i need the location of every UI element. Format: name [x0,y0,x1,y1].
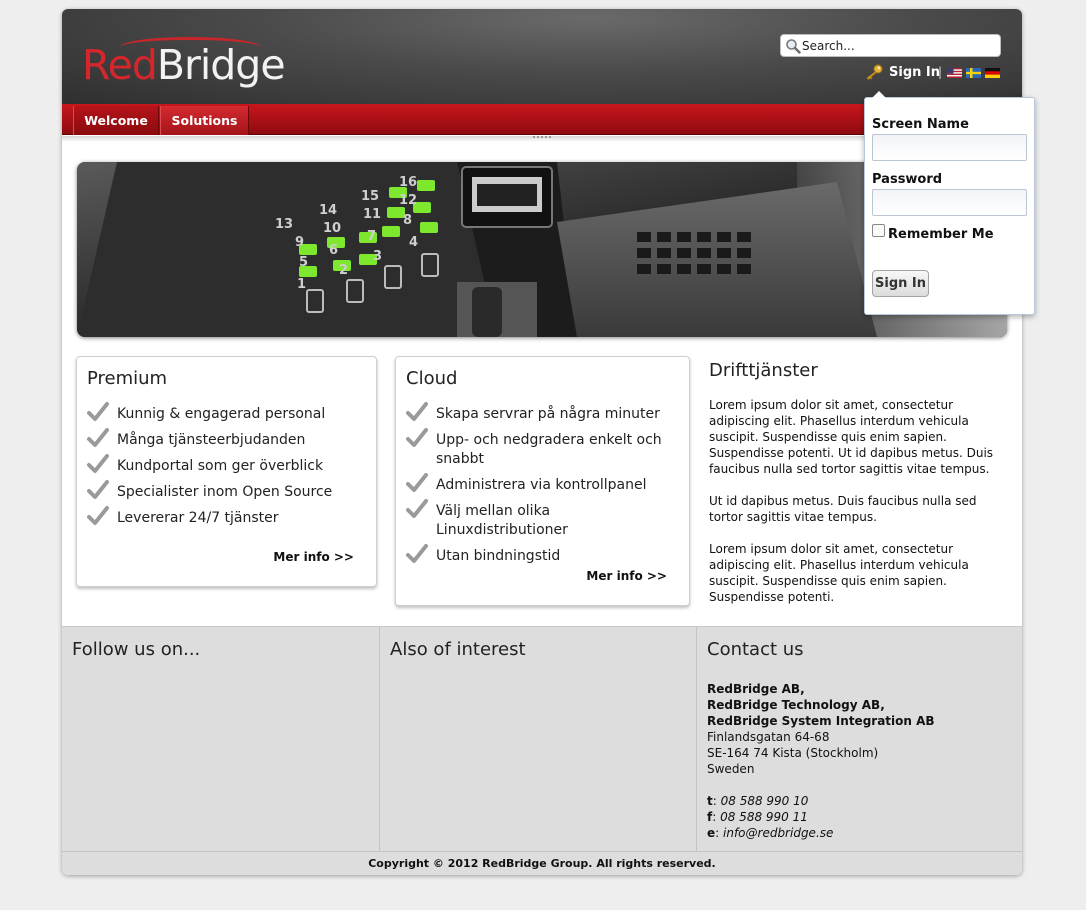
drift-paragraph: Lorem ipsum dolor sit amet, consectetur … [709,398,994,476]
contact-title: Contact us [707,639,804,660]
footer-follow: Follow us on... [62,627,380,852]
list-item: Upp- och nedgradera enkelt och snabbt [406,428,676,469]
drift-paragraph: Ut id dapibus metus. Duis faucibus nulla… [709,494,977,524]
cloud-title: Cloud [406,368,458,389]
drifttjanster-section: Drifttjänster Lorem ipsum dolor sit amet… [709,360,1009,605]
flag-us-icon[interactable] [947,68,962,78]
nav-welcome[interactable]: Welcome [73,106,159,135]
svg-text:12: 12 [399,193,417,208]
checkmark-icon [406,499,428,518]
search-icon [786,39,801,54]
copyright: Copyright © 2012 RedBridge Group. All ri… [62,851,1022,875]
sign-in-button[interactable]: Sign In [872,270,929,297]
svg-text:9: 9 [295,235,304,250]
checkmark-icon [406,473,428,492]
screen-name-field[interactable] [872,134,1027,161]
login-dropdown: Screen Name Password Remember Me Sign In [864,91,1035,315]
email-link[interactable]: info@redbridge.se [723,826,833,840]
flag-sweden-icon[interactable] [966,68,981,78]
interest-title: Also of interest [390,639,526,660]
svg-text:15: 15 [361,189,379,204]
checkmark-icon [87,480,109,499]
checkmark-icon [87,506,109,525]
list-item: Kundportal som ger överblick [87,454,332,476]
header-separator: | [938,65,943,79]
svg-text:4: 4 [409,235,418,250]
logo-wordmark: RedBridge [82,41,286,89]
premium-list: Kunnig & engagerad personal Många tjänst… [87,402,332,535]
checkmark-icon [87,454,109,473]
dropdown-pointer [872,91,886,98]
footer: Follow us on... Also of interest Contact… [62,626,1022,852]
list-item: Många tjänsteerbjudanden [87,428,332,450]
address-line: SE-164 74 Kista (Stockholm) [707,746,879,760]
nav-solutions[interactable]: Solutions [160,106,249,135]
search-input[interactable] [802,37,997,54]
sign-in-link[interactable]: Sign In [865,63,940,81]
svg-text:2: 2 [339,263,348,278]
svg-text:5: 5 [299,255,308,270]
fax-line: f: 08 588 990 11 [707,810,808,824]
list-item: Levererar 24/7 tjänster [87,506,332,528]
remember-me-label: Remember Me [888,227,994,242]
svg-text:13: 13 [275,217,293,232]
premium-title: Premium [87,368,168,389]
sign-in-label: Sign In [889,64,940,80]
drift-paragraph: Lorem ipsum dolor sit amet, consectetur … [709,542,969,604]
cloud-list: Skapa servrar på några minuter Upp- och … [406,402,676,573]
cloud-more-link[interactable]: Mer info >> [586,569,667,583]
checkmark-icon [87,428,109,447]
checkmark-icon [406,544,428,563]
svg-text:7: 7 [367,229,376,244]
svg-text:8: 8 [403,213,412,228]
flag-germany-icon[interactable] [985,68,1000,78]
company-name: RedBridge AB, [707,682,805,696]
address-line: Finlandsgatan 64-68 [707,730,830,744]
premium-more-link[interactable]: Mer info >> [273,550,354,564]
svg-text:14: 14 [319,203,337,218]
checkmark-icon [87,402,109,421]
address-line: Sweden [707,762,755,776]
company-name: RedBridge Technology AB, [707,698,885,712]
svg-text:10: 10 [323,221,341,236]
email-line: e: info@redbridge.se [707,826,834,840]
list-item: Administrera via kontrollpanel [406,473,676,495]
svg-text:16: 16 [399,175,417,190]
premium-card: Premium Kunnig & engagerad personal Mång… [76,356,377,587]
svg-text:11: 11 [363,207,381,222]
list-item: Välj mellan olika Linuxdistributioner [406,499,676,540]
key-icon [866,64,883,80]
svg-text:3: 3 [373,249,382,264]
list-item: Utan bindningstid [406,544,676,566]
drifttjanster-title: Drifttjänster [709,360,818,381]
remember-me-checkbox[interactable] [872,224,885,237]
screen-name-label: Screen Name [872,117,969,132]
svg-text:1: 1 [297,277,306,292]
list-item: Skapa servrar på några minuter [406,402,676,424]
contact-address: RedBridge AB, RedBridge Technology AB, R… [707,681,1012,841]
company-name: RedBridge System Integration AB [707,714,935,728]
header: RedBridge Sign In | [62,9,1022,104]
search-box[interactable] [780,34,1001,57]
nav-gripper [533,136,551,139]
checkmark-icon [406,402,428,421]
list-item: Kunnig & engagerad personal [87,402,332,424]
password-label: Password [872,172,943,187]
redbridge-logo[interactable]: RedBridge [82,37,286,89]
checkmark-icon [406,428,428,447]
cloud-card: Cloud Skapa servrar på några minuter Upp… [395,356,690,606]
svg-text:6: 6 [329,243,338,258]
follow-title: Follow us on... [72,639,201,660]
footer-interest: Also of interest [380,627,697,852]
footer-contact: Contact us RedBridge AB, RedBridge Techn… [697,627,1022,852]
password-field[interactable] [872,189,1027,216]
phone-line: t: 08 588 990 10 [707,794,809,808]
list-item: Specialister inom Open Source [87,480,332,502]
